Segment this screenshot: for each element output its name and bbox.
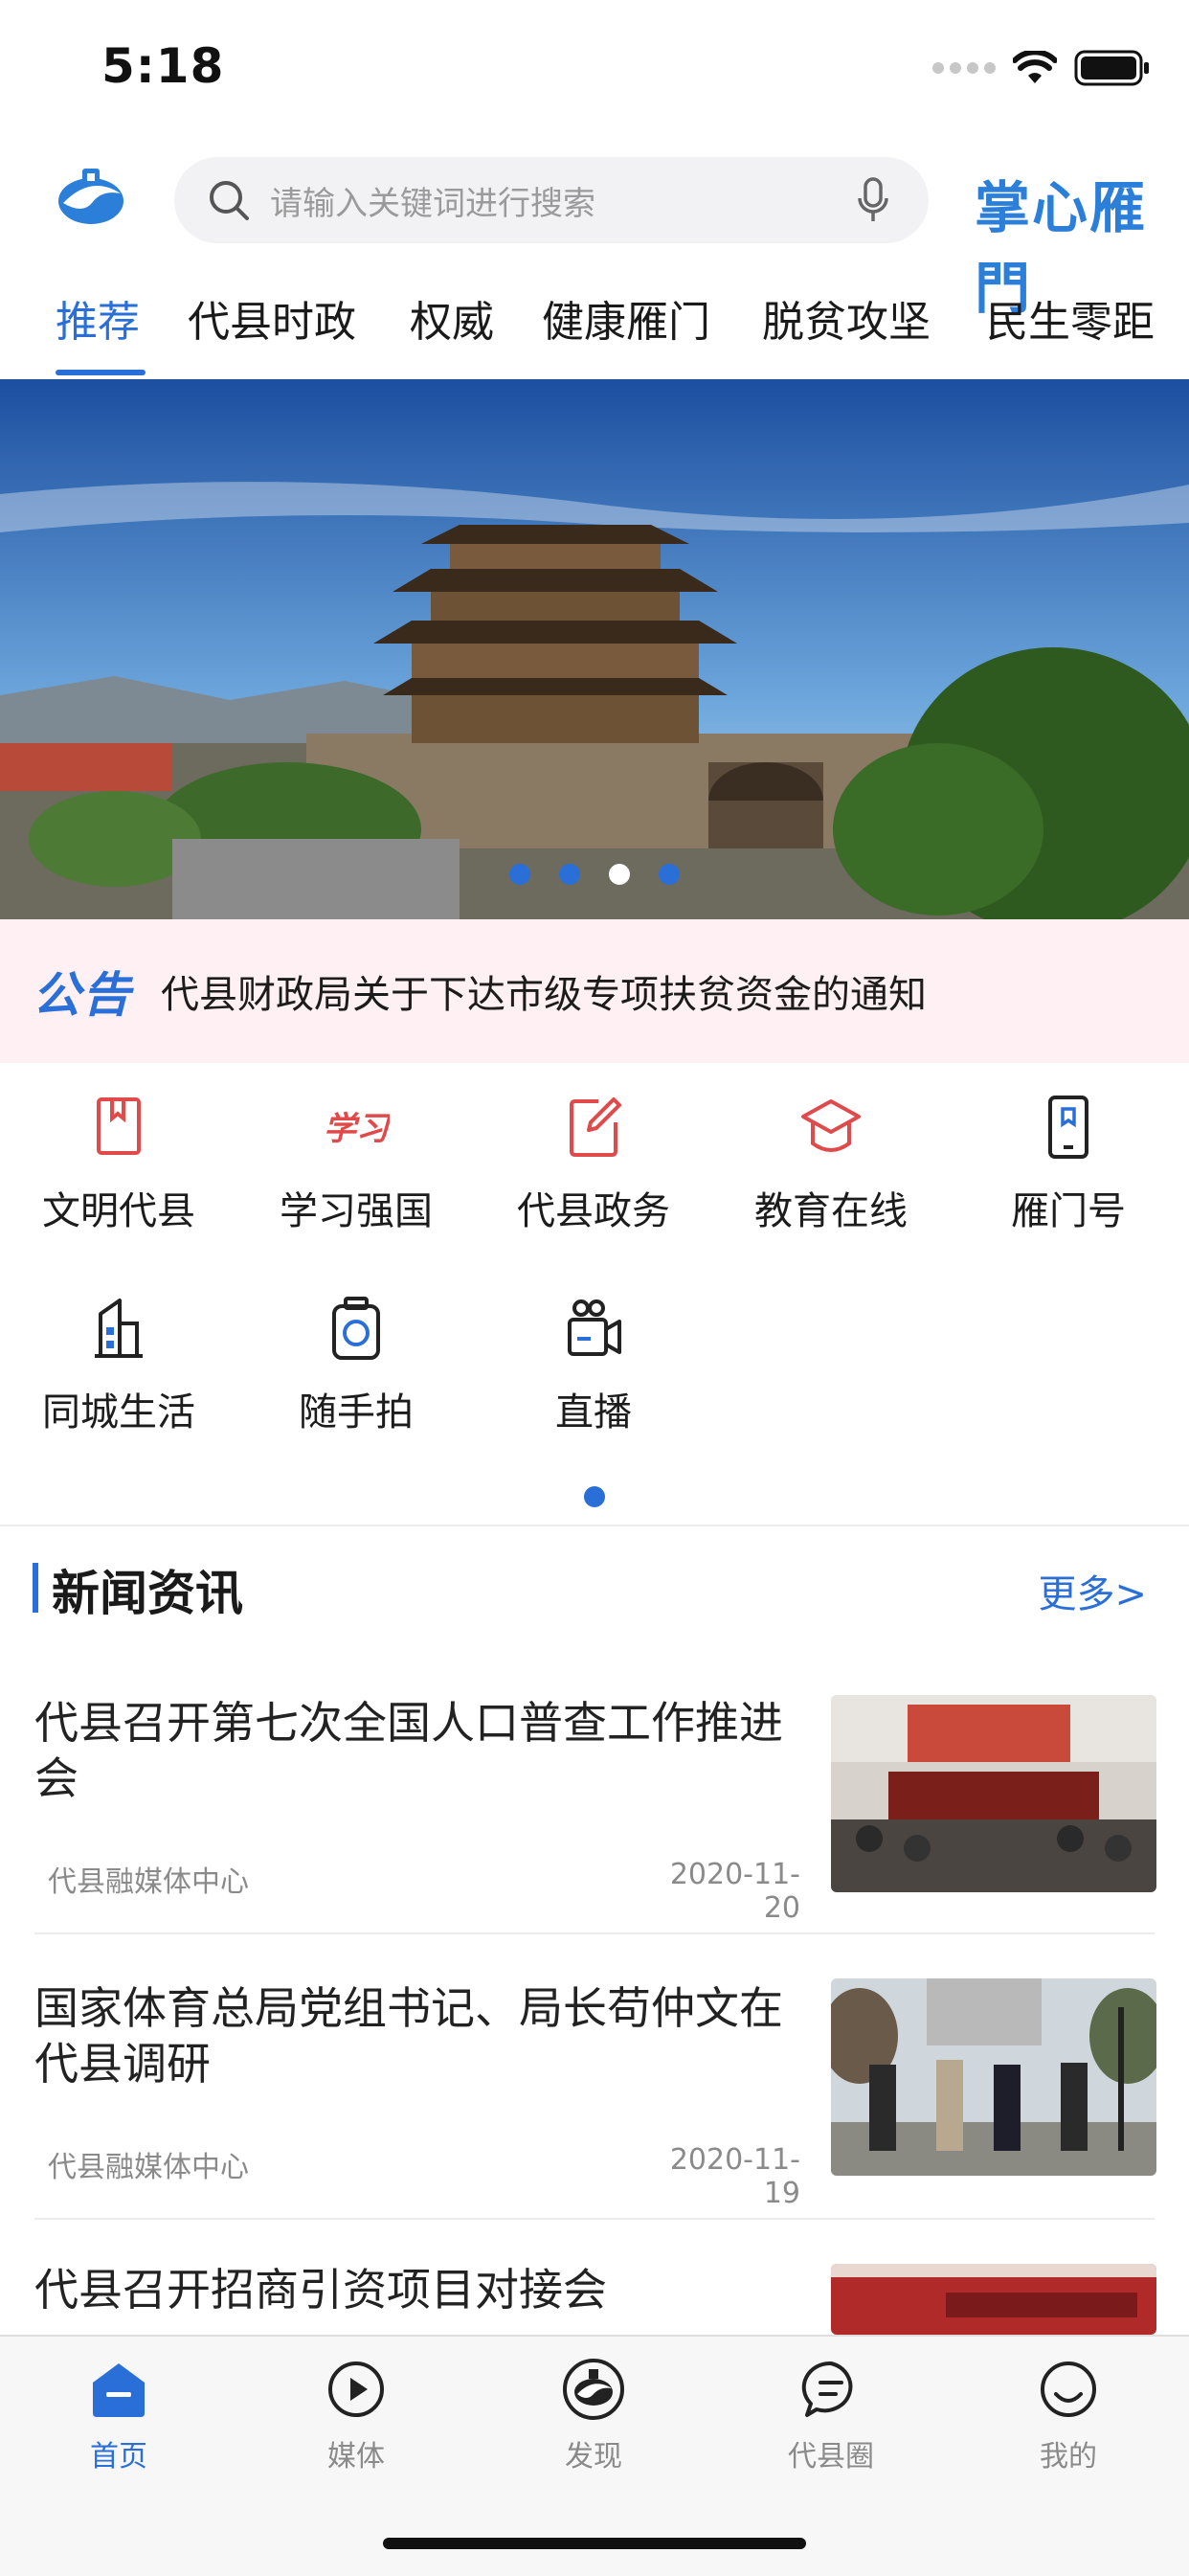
news-headline[interactable]: 代县召开第七次全国人口普查工作推进会	[34, 1695, 800, 1806]
banner-image	[0, 379, 1189, 919]
wifi-icon	[1013, 51, 1057, 85]
banner-pagination	[0, 864, 1189, 885]
smile-icon	[1041, 2361, 1096, 2417]
notice-text[interactable]: 代县财政局关于下达市级专项扶贫资金的通知	[161, 963, 927, 1019]
camera-icon	[332, 1297, 380, 1360]
search-icon	[210, 181, 249, 220]
news-date: 2020-11-20	[669, 1858, 800, 1925]
cellular-signal-icon	[932, 62, 996, 74]
banner-dot[interactable]	[659, 864, 680, 885]
news-thumbnail[interactable]	[831, 2264, 1156, 2335]
func-yanmen-account[interactable]: 雁门号	[950, 1094, 1187, 1235]
news-section-title: 新闻资讯	[52, 1566, 243, 1621]
graduation-cap-icon	[801, 1099, 861, 1152]
building-icon	[95, 1299, 143, 1358]
news-headline[interactable]: 国家体育总局党组书记、局长苟仲文在代县调研	[34, 1980, 800, 2091]
play-icon	[328, 2361, 384, 2417]
tab-authority[interactable]: 权威	[410, 287, 494, 349]
news-source: 代县融媒体中心	[48, 1865, 249, 1899]
chat-icon	[801, 2361, 853, 2417]
home-icon	[93, 2363, 145, 2417]
tabbar-discover[interactable]: 发现	[475, 2358, 712, 2474]
search-bar[interactable]: 请输入关键词进行搜索	[174, 157, 929, 243]
news-source: 代县融媒体中心	[48, 2151, 249, 2184]
func-xuexi-qiangguo[interactable]: 学习 学习强国	[237, 1094, 475, 1235]
search-placeholder: 请输入关键词进行搜索	[270, 184, 595, 223]
tabbar-profile[interactable]: 我的	[950, 2358, 1187, 2474]
func-snapshot[interactable]: 随手拍	[237, 1295, 475, 1436]
section-accent-bar	[33, 1563, 38, 1613]
news-date: 2020-11-19	[669, 2143, 800, 2210]
news-separator	[34, 2218, 1155, 2220]
xuexi-icon: 学习	[324, 1110, 390, 1148]
banner-dot[interactable]	[509, 864, 530, 885]
video-icon	[568, 1299, 621, 1356]
active-tab-indicator	[56, 370, 146, 375]
tabbar-home[interactable]: 首页	[0, 2358, 237, 2474]
tabbar-media[interactable]: 媒体	[237, 2358, 475, 2474]
book-icon	[97, 1097, 141, 1155]
section-divider	[0, 1525, 1189, 1526]
app-logo-icon[interactable]	[54, 165, 128, 230]
battery-icon	[1074, 50, 1151, 86]
bookmark-phone-icon	[1048, 1096, 1088, 1159]
func-live[interactable]: 直播	[475, 1295, 712, 1436]
home-indicator[interactable]	[383, 2538, 806, 2549]
func-county-affairs[interactable]: 代县政务	[475, 1094, 712, 1235]
banner-carousel[interactable]	[0, 379, 1189, 919]
news-headline[interactable]: 代县召开招商引资项目对接会	[34, 2262, 800, 2317]
func-education-online[interactable]: 教育在线	[712, 1094, 950, 1235]
notice-bar[interactable]: 公告 代县财政局关于下达市级专项扶贫资金的通知	[0, 919, 1189, 1063]
tab-recommend[interactable]: 推荐	[56, 287, 140, 349]
func-city-life[interactable]: 同城生活	[0, 1295, 237, 1436]
notice-tag: 公告	[33, 967, 132, 1023]
tab-poverty-alleviation[interactable]: 脱贫攻坚	[762, 287, 931, 349]
banner-dot[interactable]	[559, 864, 580, 885]
news-separator	[34, 1932, 1155, 1934]
tab-health-yanmen[interactable]: 健康雁门	[542, 287, 710, 349]
banner-dot-active[interactable]	[609, 864, 630, 885]
tabbar-county-circle[interactable]: 代县圈	[712, 2358, 950, 2474]
svg-text:学习: 学习	[324, 1110, 390, 1148]
news-more-link[interactable]: 更多>	[1038, 1563, 1147, 1618]
status-icons	[932, 50, 1151, 86]
discover-logo-icon	[563, 2359, 624, 2420]
tab-county-politics[interactable]: 代县时政	[188, 287, 356, 349]
category-tabs: 推荐 代县时政 权威 健康雁门 脱贫攻坚 民生零距	[0, 278, 1189, 377]
edit-icon	[570, 1097, 621, 1157]
status-time: 5:18	[101, 38, 225, 94]
news-thumbnail[interactable]	[831, 1978, 1156, 2176]
tab-livelihood[interactable]: 民生零距	[986, 287, 1155, 349]
news-thumbnail[interactable]	[831, 1695, 1156, 1892]
grid-page-indicator	[584, 1486, 605, 1507]
microphone-icon[interactable]	[856, 177, 890, 223]
func-civilized-county[interactable]: 文明代县	[0, 1094, 237, 1235]
